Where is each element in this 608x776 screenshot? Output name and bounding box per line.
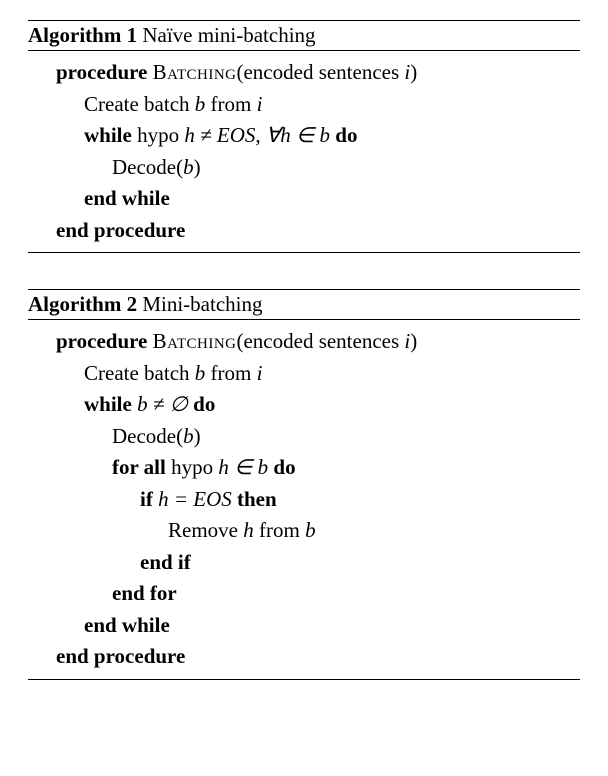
keyword: end for	[112, 581, 177, 605]
math-italic: i	[257, 92, 263, 116]
math-italic: h	[243, 518, 254, 542]
math-italic: h ≠ EOS	[184, 123, 255, 147]
keyword: then	[237, 487, 277, 511]
alg-line: while b ≠ ∅ do	[28, 389, 580, 421]
alg-line: Remove h from b	[28, 515, 580, 547]
math-italic: b	[195, 361, 206, 385]
text: )	[194, 155, 201, 179]
alg-line: end if	[28, 547, 580, 579]
alg-line: procedure Batching(encoded sentences i)	[28, 57, 580, 89]
algorithm-block-2: Algorithm 2 Mini-batching procedure Batc…	[28, 289, 580, 680]
procedure-name: Batching	[153, 60, 237, 84]
keyword: for all	[112, 455, 171, 479]
keyword: do	[273, 455, 295, 479]
alg-line: Decode(b)	[28, 421, 580, 453]
algorithm-lines: Create batch b from iwhile hypo h ≠ EOS,…	[28, 89, 580, 215]
keyword: do	[193, 392, 215, 416]
math-italic: b	[195, 92, 206, 116]
text: )	[194, 424, 201, 448]
text: hypo	[137, 123, 184, 147]
alg-line: end procedure	[28, 641, 580, 673]
math-italic: ∀h ∈ b	[266, 123, 330, 147]
text: Decode(	[112, 155, 183, 179]
math-italic: b	[183, 424, 194, 448]
algorithm-title-line: Algorithm 2 Mini-batching	[28, 290, 580, 319]
algorithm-number: Algorithm 2	[28, 292, 137, 316]
procedure-args-close: )	[410, 60, 417, 84]
keyword: do	[335, 123, 357, 147]
alg-line: Decode(b)	[28, 152, 580, 184]
alg-line: if h = EOS then	[28, 484, 580, 516]
algorithm-lines: Create batch b from iwhile b ≠ ∅ doDecod…	[28, 358, 580, 642]
keyword: end while	[84, 186, 170, 210]
kw-procedure: procedure	[56, 60, 147, 84]
text: Create batch	[84, 92, 195, 116]
keyword: while	[84, 123, 137, 147]
text: from	[254, 518, 305, 542]
procedure-args: (encoded sentences	[236, 60, 404, 84]
math-italic: i	[257, 361, 263, 385]
algorithm-number: Algorithm 1	[28, 23, 137, 47]
procedure-args: (encoded sentences	[236, 329, 404, 353]
algorithm-body: procedure Batching(encoded sentences i) …	[28, 320, 580, 679]
keyword: while	[84, 392, 137, 416]
procedure-args-close: )	[410, 329, 417, 353]
kw-procedure: procedure	[56, 329, 147, 353]
text: from	[205, 361, 256, 385]
alg-line: end while	[28, 183, 580, 215]
algorithm-title: Naïve mini-batching	[142, 23, 315, 47]
page: { "algorithms": [ { "number_label": "Alg…	[0, 0, 608, 776]
text: hypo	[171, 455, 218, 479]
text: Create batch	[84, 361, 195, 385]
math-italic: h ∈ b	[218, 455, 268, 479]
alg-line: for all hypo h ∈ b do	[28, 452, 580, 484]
keyword: end if	[140, 550, 191, 574]
math-italic: b	[305, 518, 316, 542]
alg-line: end while	[28, 610, 580, 642]
procedure-name: Batching	[153, 329, 237, 353]
text: ,	[255, 123, 266, 147]
rule-bottom	[28, 679, 580, 680]
math-italic: b	[183, 155, 194, 179]
alg-line: procedure Batching(encoded sentences i)	[28, 326, 580, 358]
algorithm-body: procedure Batching(encoded sentences i) …	[28, 51, 580, 252]
algorithm-block-1: Algorithm 1 Naïve mini-batching procedur…	[28, 20, 580, 253]
rule-bottom	[28, 252, 580, 253]
alg-line: Create batch b from i	[28, 89, 580, 121]
kw-end-procedure: end procedure	[56, 644, 185, 668]
text: from	[205, 92, 256, 116]
math-italic: h = EOS	[158, 487, 232, 511]
alg-line: end procedure	[28, 215, 580, 247]
text: Decode(	[112, 424, 183, 448]
text: Remove	[168, 518, 243, 542]
alg-line: while hypo h ≠ EOS, ∀h ∈ b do	[28, 120, 580, 152]
kw-end-procedure: end procedure	[56, 218, 185, 242]
keyword: if	[140, 487, 158, 511]
algorithm-title: Mini-batching	[142, 292, 262, 316]
alg-line: Create batch b from i	[28, 358, 580, 390]
keyword: end while	[84, 613, 170, 637]
math-italic: b ≠ ∅	[137, 392, 188, 416]
alg-line: end for	[28, 578, 580, 610]
algorithm-title-line: Algorithm 1 Naïve mini-batching	[28, 21, 580, 50]
